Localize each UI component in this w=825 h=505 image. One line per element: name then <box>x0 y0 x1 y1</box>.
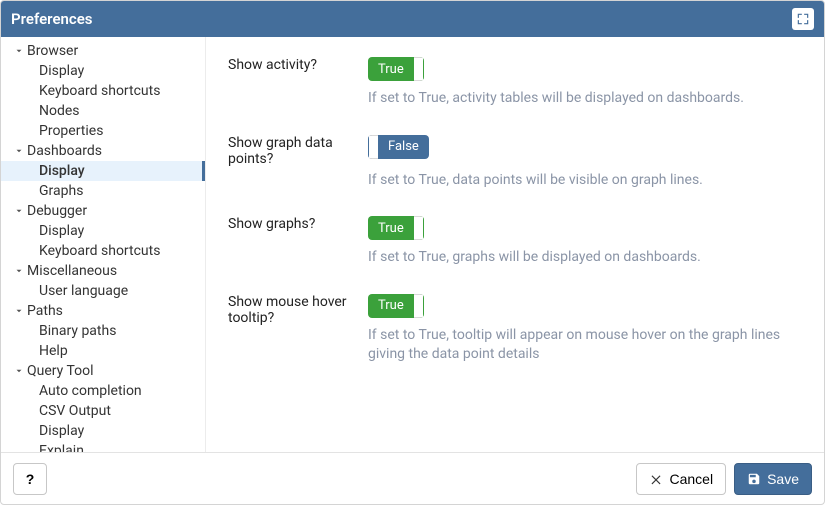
toggle-knob <box>414 216 424 240</box>
tree-item[interactable]: Nodes <box>1 101 205 121</box>
toggle-text: False <box>378 135 429 159</box>
tree-item[interactable]: Auto completion <box>1 381 205 401</box>
setting-value-col: True If set to True, tooltip will appear … <box>368 294 802 365</box>
save-label: Save <box>767 471 799 487</box>
tree-item[interactable]: Display <box>1 61 205 81</box>
tree-item[interactable]: Graphs <box>1 181 205 201</box>
tree-item[interactable]: User language <box>1 281 205 301</box>
tree-group-label: Query Tool <box>27 363 94 379</box>
setting-description: If set to True, tooltip will appear on m… <box>368 326 802 365</box>
toggle-true[interactable]: True <box>368 57 424 81</box>
setting-label: Show mouse hover tooltip? <box>228 294 368 365</box>
tree-item[interactable]: Display <box>1 221 205 241</box>
setting-value-col: False If set to True, data points will be… <box>368 135 802 191</box>
tree-group-label: Miscellaneous <box>27 263 117 279</box>
setting-label: Show activity? <box>228 57 368 109</box>
help-button[interactable]: ? <box>13 463 47 495</box>
chevron-down-icon <box>13 306 25 316</box>
dialog-body: BrowserDisplayKeyboard shortcutsNodesPro… <box>1 37 824 452</box>
toggle-knob <box>414 57 424 81</box>
setting-value-col: True If set to True, activity tables will… <box>368 57 802 109</box>
tree-group-header[interactable]: Paths <box>1 301 205 321</box>
setting-label: Show graph data points? <box>228 135 368 191</box>
save-icon <box>747 472 761 486</box>
toggle-false[interactable]: False <box>368 135 429 159</box>
toggle-knob <box>368 135 378 159</box>
tree-item[interactable]: Properties <box>1 121 205 141</box>
setting-row: Show graph data points? False If set to Tr… <box>228 127 802 209</box>
tree-group-label: Debugger <box>27 203 87 219</box>
preferences-dialog: Preferences BrowserDisplayKeyboard short… <box>0 0 825 505</box>
help-icon: ? <box>26 471 35 487</box>
tree-group-label: Paths <box>27 303 63 319</box>
cancel-button[interactable]: Cancel <box>636 463 726 495</box>
tree-item[interactable]: CSV Output <box>1 401 205 421</box>
titlebar: Preferences <box>1 1 824 37</box>
settings-panel: Show activity?TrueIf set to True, activi… <box>206 37 824 452</box>
cancel-label: Cancel <box>669 471 713 487</box>
maximize-button[interactable] <box>792 8 814 30</box>
tree-item[interactable]: Display <box>1 161 205 181</box>
toggle-true[interactable]: True <box>368 216 424 240</box>
setting-row: Show mouse hover tooltip?True If set to T… <box>228 286 802 383</box>
setting-description: If set to True, data points will be visi… <box>368 171 802 191</box>
toggle-knob <box>414 294 424 318</box>
tree-group-label: Dashboards <box>27 143 102 159</box>
tree-group: Browser DisplayKeyboard shortcutsNodesPro… <box>1 41 205 141</box>
footer: ? Cancel Save <box>1 452 824 504</box>
chevron-down-icon <box>13 266 25 276</box>
setting-value-col: True If set to True, graphs will be displ… <box>368 216 802 268</box>
tree-item[interactable]: Binary paths <box>1 321 205 341</box>
tree-group: Miscellaneous User language <box>1 261 205 301</box>
tree-group: Paths Binary pathsHelp <box>1 301 205 361</box>
toggle-true[interactable]: True <box>368 294 424 318</box>
chevron-down-icon <box>13 206 25 216</box>
sidebar: BrowserDisplayKeyboard shortcutsNodesPro… <box>1 37 206 452</box>
maximize-icon <box>796 12 810 26</box>
close-icon <box>649 472 663 486</box>
setting-description: If set to True, activity tables will be … <box>368 89 802 109</box>
tree-group-header[interactable]: Query Tool <box>1 361 205 381</box>
sidebar-tree[interactable]: BrowserDisplayKeyboard shortcutsNodesPro… <box>1 37 205 452</box>
tree-item[interactable]: Keyboard shortcuts <box>1 241 205 261</box>
tree-item[interactable]: Explain <box>1 441 205 452</box>
tree-group: Query Tool Auto completionCSV OutputDispl… <box>1 361 205 452</box>
toggle-text: True <box>368 294 414 318</box>
tree-group-header[interactable]: Browser <box>1 41 205 61</box>
chevron-down-icon <box>13 46 25 56</box>
save-button[interactable]: Save <box>734 463 812 495</box>
toggle-text: True <box>368 216 414 240</box>
setting-row: Show activity?True If set to True, activi… <box>228 49 802 127</box>
setting-label: Show graphs? <box>228 216 368 268</box>
tree-item[interactable]: Help <box>1 341 205 361</box>
toggle-text: True <box>368 57 414 81</box>
tree-group-header[interactable]: Miscellaneous <box>1 261 205 281</box>
chevron-down-icon <box>13 366 25 376</box>
chevron-down-icon <box>13 146 25 156</box>
tree-group-label: Browser <box>27 43 78 59</box>
setting-row: Show graphs?True If set to True, graphs w… <box>228 208 802 286</box>
tree-group-header[interactable]: Dashboards <box>1 141 205 161</box>
tree-group: Debugger DisplayKeyboard shortcuts <box>1 201 205 261</box>
tree-group: Dashboards DisplayGraphs <box>1 141 205 201</box>
tree-item[interactable]: Display <box>1 421 205 441</box>
setting-description: If set to True, graphs will be displayed… <box>368 248 802 268</box>
dialog-title: Preferences <box>11 10 93 28</box>
tree-group-header[interactable]: Debugger <box>1 201 205 221</box>
tree-item[interactable]: Keyboard shortcuts <box>1 81 205 101</box>
